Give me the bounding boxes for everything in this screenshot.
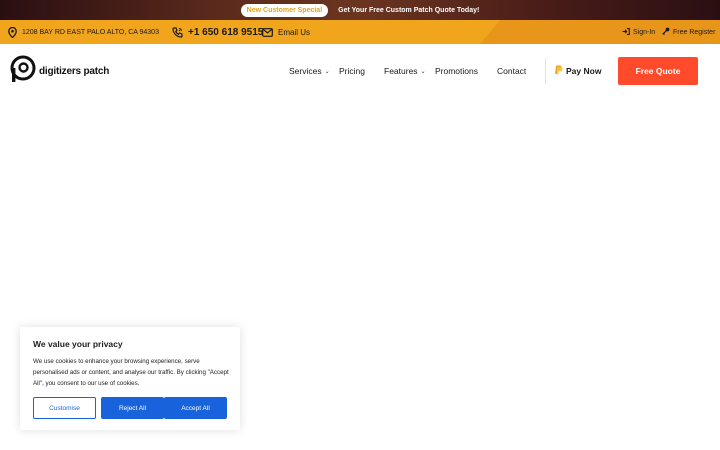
- chevron-down-icon: ⌄: [324, 69, 330, 75]
- logo[interactable]: digitizers patch: [10, 55, 110, 88]
- nav-promotions-label: Promotions: [435, 66, 478, 76]
- envelope-icon: [262, 27, 273, 37]
- nav-pricing-label: Pricing: [339, 66, 365, 76]
- phone-number: +1 650 618 9515: [188, 26, 264, 38]
- email-link[interactable]: Email Us: [262, 20, 310, 44]
- phone-link[interactable]: +1 650 618 9515: [172, 20, 263, 44]
- cookie-title: We value your privacy: [33, 339, 123, 349]
- pay-now-link[interactable]: Pay Now: [554, 44, 601, 98]
- nav-contact[interactable]: Contact: [497, 44, 526, 98]
- address-text: 1208 BAY RD EAST PALO ALTO, CA 94303: [22, 28, 159, 36]
- customise-button[interactable]: Customise: [33, 397, 96, 419]
- promo-text[interactable]: Get Your Free Custom Patch Quote Today!: [338, 7, 479, 14]
- reject-all-button[interactable]: Reject All: [101, 397, 164, 419]
- logo-text: digitizers patch: [39, 65, 110, 77]
- address: 1208 BAY RD EAST PALO ALTO, CA 94303: [8, 20, 159, 44]
- cookie-description: We use cookies to enhance your browsing …: [33, 358, 229, 387]
- nav-features[interactable]: Features ⌄: [384, 44, 426, 98]
- map-pin-icon: [8, 26, 17, 38]
- promo-badge[interactable]: New Customer Special: [240, 3, 329, 17]
- cookie-consent-panel: We value your privacy We use cookies to …: [20, 327, 240, 430]
- register-label: Free Register: [673, 28, 716, 36]
- nav-contact-label: Contact: [497, 66, 527, 76]
- nav-features-label: Features: [384, 66, 418, 76]
- nav-divider: [545, 58, 546, 84]
- nav-services-label: Services: [289, 66, 322, 76]
- sign-in-label: Sign-In: [633, 28, 656, 36]
- register-link[interactable]: Free Register: [662, 20, 715, 44]
- sign-in-link[interactable]: Sign-In: [622, 20, 655, 44]
- free-quote-button[interactable]: Free Quote: [618, 57, 698, 85]
- paypal-icon: [554, 65, 563, 77]
- key-icon: [662, 27, 670, 37]
- email-text: Email Us: [278, 27, 311, 37]
- phone-icon: [172, 26, 183, 38]
- accept-all-button[interactable]: Accept All: [164, 397, 227, 419]
- logo-mark-icon: [10, 55, 36, 88]
- chevron-down-icon: ⌄: [420, 69, 426, 75]
- promo-bar: New Customer Special Get Your Free Custo…: [0, 0, 720, 20]
- main-nav: digitizers patch Services ⌄ Pricing Feat…: [0, 44, 720, 98]
- info-bar: 1208 BAY RD EAST PALO ALTO, CA 94303 +1 …: [0, 20, 720, 44]
- pay-now-label: Pay Now: [566, 66, 602, 76]
- nav-promotions[interactable]: Promotions: [435, 44, 478, 98]
- nav-pricing[interactable]: Pricing: [339, 44, 365, 98]
- sign-in-icon: [622, 27, 630, 37]
- nav-services[interactable]: Services ⌄: [289, 44, 330, 98]
